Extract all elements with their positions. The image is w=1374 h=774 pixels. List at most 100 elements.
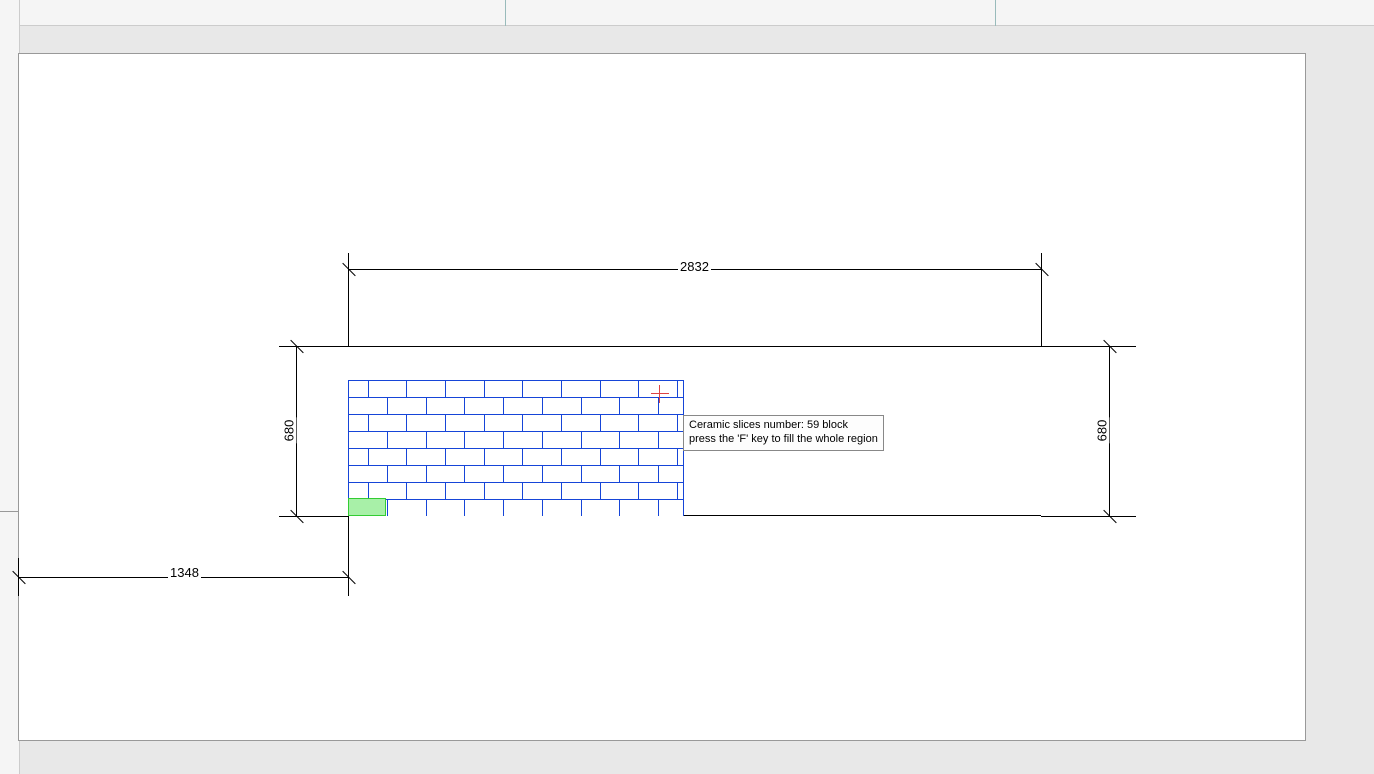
- brick: [407, 381, 446, 397]
- brick: [427, 432, 466, 448]
- brick: [369, 449, 408, 465]
- dim-ext: [1041, 346, 1136, 347]
- brick: [446, 483, 485, 499]
- brick: [639, 449, 678, 465]
- ruler-horizontal: [0, 0, 1374, 26]
- brick: [388, 432, 427, 448]
- dim-ext: [348, 516, 349, 596]
- brick: [582, 466, 621, 482]
- dim-label-right: 680: [1094, 418, 1109, 444]
- brick: [582, 500, 621, 516]
- brick-half: [349, 415, 369, 431]
- brick: [446, 415, 485, 431]
- brick: [523, 415, 562, 431]
- brick: [620, 466, 659, 482]
- brick: [543, 500, 582, 516]
- ruler-guide: [995, 0, 996, 26]
- brick-row: [349, 381, 683, 398]
- brick: [601, 415, 640, 431]
- brick: [369, 483, 408, 499]
- dim-ext: [279, 516, 348, 517]
- ruler-vertical: [0, 0, 20, 774]
- brick: [601, 483, 640, 499]
- brick: [582, 398, 621, 414]
- brick: [504, 466, 543, 482]
- brick: [543, 466, 582, 482]
- brick: [427, 466, 466, 482]
- brick: [349, 398, 388, 414]
- brick: [446, 381, 485, 397]
- axis-h: [0, 511, 18, 512]
- brick: [388, 398, 427, 414]
- brick: [504, 398, 543, 414]
- brick: [620, 500, 659, 516]
- brick-half: [349, 483, 369, 499]
- brick: [349, 432, 388, 448]
- brick: [407, 415, 446, 431]
- dim-ext: [1041, 516, 1136, 517]
- dim-ext: [279, 346, 348, 347]
- brick: [620, 432, 659, 448]
- brick: [465, 466, 504, 482]
- brick-row: [349, 483, 683, 500]
- brick: [349, 466, 388, 482]
- brick: [601, 381, 640, 397]
- brick: [543, 398, 582, 414]
- brick: [639, 483, 678, 499]
- brick: [388, 500, 427, 516]
- brick-half: [349, 381, 369, 397]
- brick: [582, 432, 621, 448]
- brick: [562, 449, 601, 465]
- dim-label-top: 2832: [678, 259, 711, 274]
- brick-row: [349, 449, 683, 466]
- brick: [639, 415, 678, 431]
- brick: [465, 500, 504, 516]
- tooltip: Ceramic slices number: 59 block press th…: [683, 415, 884, 451]
- brick-half: [349, 449, 369, 465]
- brick-partial: [678, 381, 683, 397]
- brick-partial: [659, 466, 683, 482]
- brick: [407, 483, 446, 499]
- ruler-guide: [505, 0, 506, 26]
- brick: [446, 449, 485, 465]
- brick-partial: [678, 483, 683, 499]
- brick-row: [349, 500, 683, 516]
- brick: [427, 500, 466, 516]
- brick: [427, 398, 466, 414]
- brick: [485, 449, 524, 465]
- brick: [523, 381, 562, 397]
- brick: [369, 415, 408, 431]
- brick: [369, 381, 408, 397]
- brick-partial: [659, 500, 683, 516]
- tooltip-line2: press the 'F' key to fill the whole regi…: [689, 433, 878, 447]
- brick: [562, 415, 601, 431]
- brick: [407, 449, 446, 465]
- tooltip-line1: Ceramic slices number: 59 block: [689, 419, 878, 433]
- brick: [465, 432, 504, 448]
- brick: [601, 449, 640, 465]
- brick-partial: [678, 449, 683, 465]
- brick: [639, 381, 678, 397]
- brick: [523, 449, 562, 465]
- brick-row: [349, 415, 683, 432]
- brick-row: [349, 398, 683, 415]
- dim-label-left: 680: [281, 418, 296, 444]
- brick-row: [349, 432, 683, 449]
- brick: [485, 483, 524, 499]
- brick-partial: [659, 398, 683, 414]
- brick-row: [349, 466, 683, 483]
- drawing-canvas[interactable]: 2832 680 680 1348 Ceramic slices number:…: [18, 53, 1306, 741]
- brick: [543, 432, 582, 448]
- brick: [465, 398, 504, 414]
- dim-label-bottom: 1348: [168, 565, 201, 580]
- brick: [504, 432, 543, 448]
- brick-pattern[interactable]: [348, 380, 684, 516]
- brick-partial: [659, 432, 683, 448]
- brick: [485, 415, 524, 431]
- start-brick[interactable]: [348, 498, 386, 516]
- brick: [504, 500, 543, 516]
- brick: [485, 381, 524, 397]
- brick: [562, 381, 601, 397]
- brick: [523, 483, 562, 499]
- brick: [388, 466, 427, 482]
